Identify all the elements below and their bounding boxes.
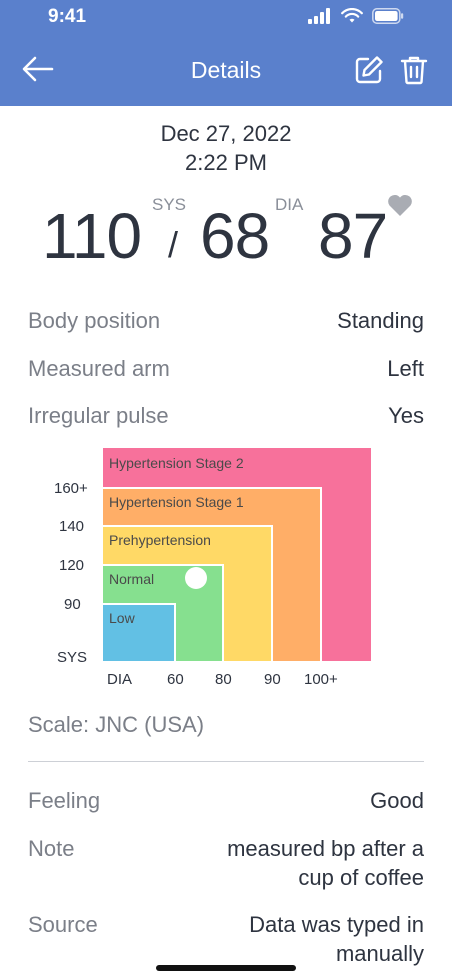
home-indicator[interactable] <box>156 965 296 971</box>
app-header: 9:41 Details <box>0 0 452 106</box>
reading-separator: / <box>168 224 179 265</box>
measurement-date: Dec 27, 2022 <box>160 121 292 146</box>
systolic-label: SYS <box>152 195 187 214</box>
y-tick-140: 140 <box>59 518 85 535</box>
source-value-line-1: Data was typed in <box>249 912 424 937</box>
note-value-line-1: measured bp after a <box>227 836 424 861</box>
diastolic-label: DIA <box>275 195 304 214</box>
bp-category-chart: Hypertension Stage 2 Hypertension Stage … <box>0 440 452 690</box>
status-time: 9:41 <box>48 6 87 27</box>
pulse-value: 87 <box>318 200 388 272</box>
irregular-pulse-label: Irregular pulse <box>28 403 169 428</box>
y-tick-90: 90 <box>64 596 81 613</box>
y-tick-120: 120 <box>59 557 85 574</box>
scale-label: Scale: JNC (USA) <box>28 712 205 737</box>
measured-arm-label: Measured arm <box>28 356 170 381</box>
zone-label-prehypertension: Prehypertension <box>109 532 211 548</box>
zone-label-hypertension-stage-1: Hypertension Stage 1 <box>109 494 244 510</box>
status-icons <box>308 8 404 24</box>
diastolic-value: 68 <box>200 200 270 272</box>
systolic-value: 110 <box>42 200 142 272</box>
feeling-value: Good <box>370 788 424 813</box>
zone-label-low: Low <box>109 610 135 626</box>
wifi-icon <box>341 8 363 23</box>
x-axis-label: DIA <box>107 671 133 688</box>
section-divider <box>28 761 424 762</box>
x-tick-80: 80 <box>215 671 232 688</box>
source-label: Source <box>28 912 98 937</box>
source-value-line-2: manually <box>335 941 424 966</box>
y-axis-label: SYS <box>57 649 88 666</box>
x-tick-100: 100+ <box>304 671 338 688</box>
cellular-signal-icon <box>308 8 330 24</box>
body-position-value: Standing <box>337 308 424 333</box>
measurement-time: 2:22 PM <box>185 150 267 175</box>
page-title: Details <box>190 57 262 83</box>
note-value-line-2: cup of coffee <box>298 865 424 890</box>
x-tick-90: 90 <box>264 671 281 688</box>
trash-icon[interactable] <box>400 55 428 85</box>
body-position-label: Body position <box>28 308 161 333</box>
zone-label-normal: Normal <box>109 571 155 587</box>
heart-icon <box>388 194 412 216</box>
measured-arm-value: Left <box>387 356 424 381</box>
battery-icon <box>372 8 404 24</box>
reading-marker <box>185 567 207 589</box>
feeling-label: Feeling <box>28 788 101 813</box>
x-tick-60: 60 <box>167 671 184 688</box>
zone-label-hypertension-stage-2: Hypertension Stage 2 <box>109 455 244 471</box>
y-tick-160: 160+ <box>54 480 88 497</box>
edit-icon[interactable] <box>354 55 384 85</box>
note-label: Note <box>28 836 75 861</box>
irregular-pulse-value: Yes <box>388 403 424 428</box>
